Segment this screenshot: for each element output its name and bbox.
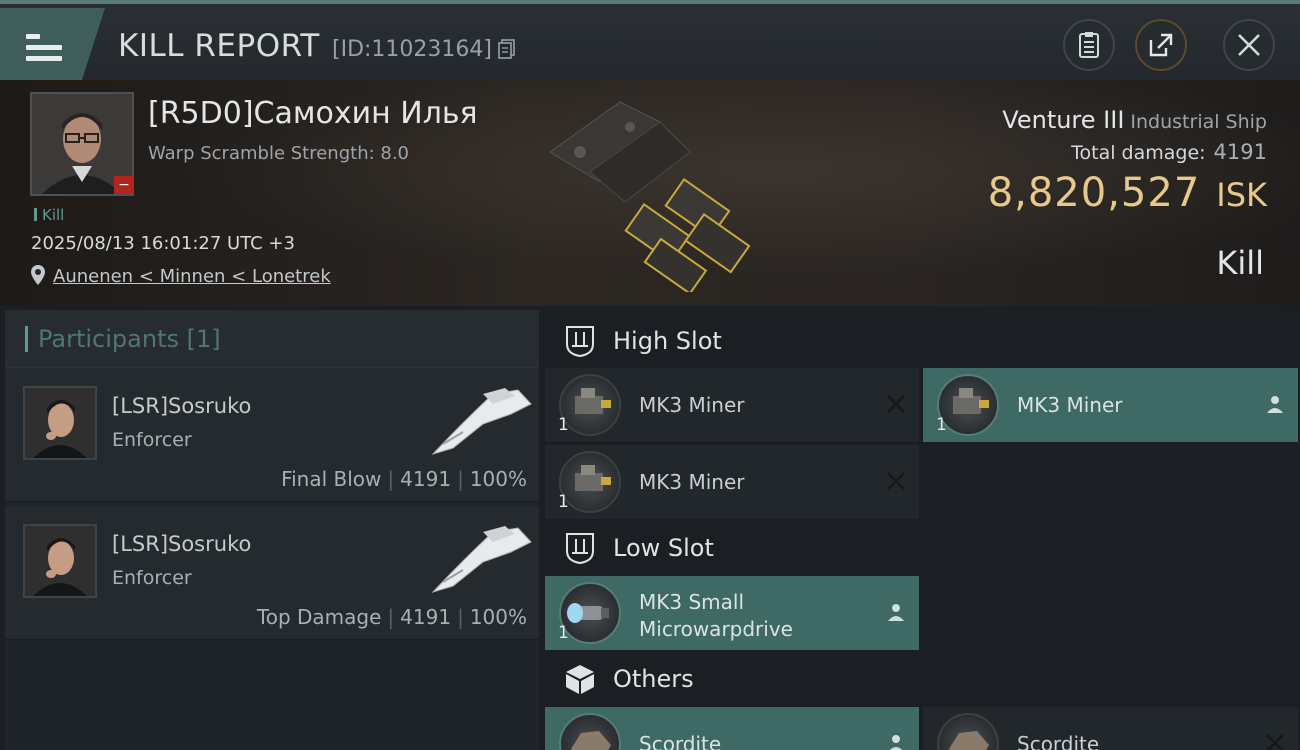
status-badge: − bbox=[114, 176, 134, 194]
clipboard-button[interactable] bbox=[1063, 19, 1115, 71]
close-icon bbox=[1238, 34, 1260, 56]
participant-stat-label: Final Blow bbox=[281, 467, 382, 491]
copy-icon[interactable] bbox=[498, 39, 516, 59]
module-name: Scordite bbox=[639, 732, 722, 750]
total-damage-value: 4191 bbox=[1213, 140, 1267, 164]
participant-card[interactable]: [LSR]Sosruko Enforcer Top Damage | 4191 | 10… bbox=[5, 506, 539, 640]
victim-ship[interactable]: Venture III Industrial Ship bbox=[1002, 106, 1267, 134]
isk-value: 8,820,527 ISK bbox=[988, 170, 1267, 216]
isk-amount: 8,820,527 bbox=[987, 170, 1201, 216]
person-icon bbox=[888, 604, 904, 621]
low-slot-header: Low Slot bbox=[545, 519, 1300, 577]
module-item[interactable]: Scordite bbox=[923, 707, 1298, 750]
menu-icon bbox=[26, 34, 62, 62]
high-slot-label: High Slot bbox=[613, 327, 722, 355]
module-quantity: 1 bbox=[558, 415, 569, 435]
participant-name[interactable]: [LSR]Sosruko bbox=[112, 532, 251, 556]
participants-header[interactable]: Participants [1] bbox=[5, 310, 539, 368]
participants-title: Participants [1] bbox=[38, 324, 221, 353]
page-title: KILL REPORT bbox=[118, 28, 320, 64]
share-button[interactable] bbox=[1135, 19, 1187, 71]
module-name: MK3 Miner bbox=[1017, 393, 1123, 417]
warp-scramble-strength: Warp Scramble Strength: 8.0 bbox=[148, 143, 410, 164]
module-item[interactable]: 1 MK3 Miner bbox=[545, 368, 919, 442]
participant-card[interactable]: [LSR]Sosruko Enforcer Final Blow | 4191 | 10… bbox=[5, 368, 539, 502]
share-icon bbox=[1149, 33, 1173, 57]
module-item[interactable]: 1 MK3 Miner bbox=[545, 445, 919, 519]
total-damage-label: Total damage: bbox=[1071, 142, 1206, 164]
module-quantity: 1 bbox=[558, 623, 569, 643]
module-name: MK3 Miner bbox=[639, 470, 745, 494]
participant-ship-image bbox=[431, 526, 532, 594]
location-pin-icon bbox=[31, 265, 45, 285]
module-name: MK3 Small Microwarpdrive bbox=[639, 590, 793, 641]
module-item[interactable]: Scordite bbox=[545, 707, 919, 750]
cargo-box-icon bbox=[566, 665, 594, 694]
module-item[interactable]: 1 MK3 Miner bbox=[923, 368, 1298, 442]
location-link[interactable]: Aunenen < Minnen < Lonetrek bbox=[53, 266, 331, 287]
others-label: Others bbox=[613, 665, 694, 693]
destroyed-icon bbox=[887, 395, 905, 413]
destroyed-icon bbox=[887, 472, 905, 490]
participant-percent: 100% bbox=[469, 467, 527, 491]
high-slot-header: High Slot bbox=[545, 312, 1300, 370]
fitting-panel: High Slot 1 MK3 Miner 1 MK3 Miner 1 MK3 … bbox=[545, 310, 1300, 750]
participant-stat-label: Top Damage bbox=[256, 605, 382, 629]
top-bar: KILL REPORT [ID:11023164] bbox=[0, 0, 1300, 80]
result-label: Kill bbox=[1216, 244, 1264, 282]
person-icon bbox=[889, 735, 903, 750]
participant-percent: 100% bbox=[469, 605, 527, 629]
ship-image bbox=[549, 101, 751, 292]
isk-unit: ISK bbox=[1216, 176, 1267, 214]
participant-ship: Enforcer bbox=[112, 429, 192, 451]
ore-image bbox=[937, 713, 999, 750]
destroyed-icon bbox=[1266, 734, 1284, 750]
participant-ship: Enforcer bbox=[112, 567, 192, 589]
participant-ship-image bbox=[431, 388, 532, 456]
low-slot-label: Low Slot bbox=[613, 534, 714, 562]
participant-stats: Final Blow | 4191 | 100% bbox=[281, 467, 527, 491]
participant-damage: 4191 bbox=[400, 605, 452, 629]
participant-portrait[interactable] bbox=[23, 386, 97, 460]
others-header: Others bbox=[545, 650, 1300, 708]
participant-portrait[interactable] bbox=[23, 524, 97, 598]
clipboard-icon bbox=[1079, 32, 1099, 58]
ore-image bbox=[559, 713, 621, 750]
participant-damage: 4191 bbox=[400, 467, 452, 491]
high-slot-icon bbox=[566, 326, 594, 358]
module-name: Scordite bbox=[1017, 732, 1100, 750]
close-button[interactable] bbox=[1223, 19, 1275, 71]
module-quantity: 1 bbox=[936, 415, 947, 435]
module-name: MK3 Miner bbox=[639, 393, 745, 417]
participant-name[interactable]: [LSR]Sosruko bbox=[112, 394, 251, 418]
menu-button[interactable] bbox=[0, 8, 105, 80]
report-id: [ID:11023164] bbox=[332, 37, 492, 62]
person-icon bbox=[1267, 396, 1283, 413]
participant-stats: Top Damage | 4191 | 100% bbox=[256, 605, 527, 629]
participants-panel: Participants [1] [LSR]Sosruko Enforcer F… bbox=[5, 310, 539, 750]
kill-timestamp: 2025/08/13 16:01:27 UTC +3 bbox=[31, 233, 295, 254]
low-slot-icon bbox=[566, 533, 594, 565]
ship-name: Venture III bbox=[1002, 106, 1125, 134]
module-item[interactable]: 1 MK3 Small Microwarpdrive bbox=[545, 576, 919, 650]
kill-tag: Kill bbox=[34, 206, 64, 224]
ship-class: Industrial Ship bbox=[1130, 111, 1267, 133]
total-damage: Total damage: 4191 bbox=[1071, 140, 1267, 164]
victim-name[interactable]: [R5D0]Самохин Илья bbox=[148, 96, 478, 131]
module-quantity: 1 bbox=[558, 492, 569, 512]
